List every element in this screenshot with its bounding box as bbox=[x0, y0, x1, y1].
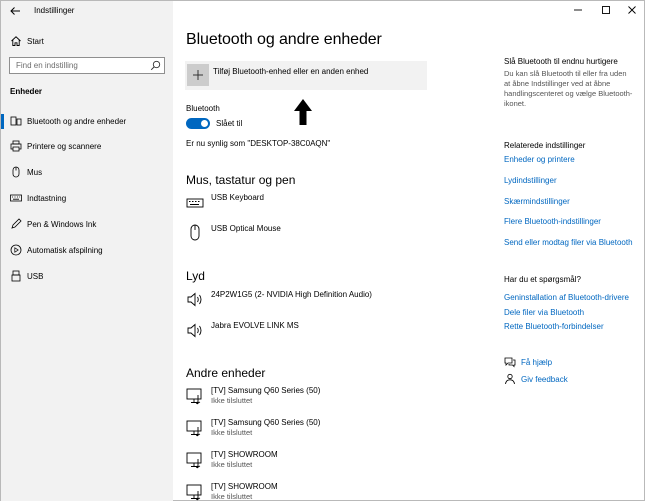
sidebar-item-label: Indtastning bbox=[27, 194, 67, 203]
device-name: Jabra EVOLVE LINK MS bbox=[211, 321, 299, 330]
home-label: Start bbox=[27, 37, 44, 46]
bluetooth-devices-icon bbox=[10, 116, 22, 126]
pen-icon bbox=[11, 218, 22, 229]
device-name: [TV] Samsung Q60 Series (50) bbox=[211, 386, 321, 395]
link-reinstall-drivers[interactable]: Geninstallation af Bluetooth-drivere bbox=[504, 293, 629, 302]
speaker-icon bbox=[187, 323, 202, 338]
device-name: [TV] SHOWROOM bbox=[211, 482, 278, 491]
search-icon[interactable] bbox=[150, 60, 161, 71]
bluetooth-label: Bluetooth bbox=[186, 104, 220, 113]
link-display-settings[interactable]: Skærmindstillinger bbox=[504, 197, 570, 206]
device-status: Ikke tilsluttet bbox=[211, 492, 253, 501]
search-placeholder: Find en indstilling bbox=[16, 61, 78, 70]
device-name: [TV] SHOWROOM bbox=[211, 450, 278, 459]
group-title-audio: Lyd bbox=[186, 269, 205, 283]
section-title: Enheder bbox=[10, 87, 43, 96]
sidebar-item-label: Printere og scannere bbox=[27, 142, 102, 151]
quick-title: Slå Bluetooth til endnu hurtigere bbox=[504, 57, 618, 66]
device-item[interactable]: [TV] SHOWROOM Ikke tilsluttet bbox=[186, 450, 466, 474]
minimize-icon[interactable] bbox=[572, 4, 584, 16]
sidebar-item-bluetooth[interactable]: Bluetooth og andre enheder bbox=[1, 111, 173, 133]
link-share-files[interactable]: Dele filer via Bluetooth bbox=[504, 308, 584, 317]
nav-home[interactable]: Start bbox=[1, 34, 173, 50]
bluetooth-toggle[interactable] bbox=[186, 118, 210, 129]
title-bar: Indstillinger bbox=[1, 1, 173, 21]
device-name: [TV] Samsung Q60 Series (50) bbox=[211, 418, 321, 427]
questions-title: Har du et spørgsmål? bbox=[504, 275, 581, 284]
home-icon bbox=[11, 36, 21, 46]
tv-media-icon bbox=[186, 388, 202, 405]
device-name: USB Optical Mouse bbox=[211, 224, 281, 233]
link-sound-settings[interactable]: Lydindstillinger bbox=[504, 176, 557, 185]
sidebar-item-pen[interactable]: Pen & Windows Ink bbox=[1, 214, 173, 236]
maximize-icon[interactable] bbox=[600, 4, 612, 16]
link-more-bluetooth[interactable]: Flere Bluetooth-indstillinger bbox=[504, 217, 601, 226]
keyboard-icon bbox=[10, 194, 22, 202]
toggle-state-label: Slået til bbox=[216, 119, 243, 128]
device-item[interactable]: 24P2W1G5 (2- NVIDIA High Definition Audi… bbox=[186, 290, 466, 314]
link-devices-printers[interactable]: Enheder og printere bbox=[504, 155, 575, 164]
app-title: Indstillinger bbox=[34, 6, 75, 15]
device-item[interactable]: USB Optical Mouse bbox=[186, 224, 466, 248]
autoplay-icon bbox=[10, 244, 22, 256]
sidebar-item-label: Pen & Windows Ink bbox=[27, 220, 97, 229]
device-item[interactable]: Jabra EVOLVE LINK MS bbox=[186, 321, 466, 345]
printer-icon bbox=[10, 140, 22, 152]
group-title-input: Mus, tastatur og pen bbox=[186, 173, 296, 187]
group-title-other: Andre enheder bbox=[186, 366, 266, 380]
arrow-up-icon bbox=[294, 99, 312, 125]
sidebar: Indstillinger Start Find en indstilling … bbox=[1, 1, 173, 501]
close-icon[interactable] bbox=[626, 4, 638, 16]
help-chat-icon bbox=[504, 357, 516, 368]
tv-media-icon bbox=[186, 484, 202, 501]
link-fix-connections[interactable]: Rette Bluetooth-forbindelser bbox=[504, 322, 604, 331]
sidebar-item-printers[interactable]: Printere og scannere bbox=[1, 136, 173, 158]
add-device-plus-tile bbox=[187, 64, 209, 86]
device-status: Ikke tilsluttet bbox=[211, 428, 253, 437]
sidebar-item-autoplay[interactable]: Automatisk afspilning bbox=[1, 240, 173, 262]
keyboard-icon bbox=[186, 198, 204, 208]
window-controls bbox=[544, 1, 644, 19]
back-arrow-icon[interactable] bbox=[9, 5, 21, 17]
device-status: Ikke tilsluttet bbox=[211, 460, 253, 469]
sidebar-item-label: Mus bbox=[27, 168, 43, 177]
device-item[interactable]: [TV] Samsung Q60 Series (50) Ikke tilslu… bbox=[186, 418, 466, 442]
device-name: 24P2W1G5 (2- NVIDIA High Definition Audi… bbox=[211, 290, 372, 299]
add-device-button[interactable]: Tilføj Bluetooth-enhed eller en anden en… bbox=[185, 61, 427, 90]
get-help-label: Få hjælp bbox=[521, 358, 553, 367]
sidebar-item-mouse[interactable]: Mus bbox=[1, 162, 173, 184]
device-status: Ikke tilsluttet bbox=[211, 396, 253, 405]
sidebar-item-label: USB bbox=[27, 272, 44, 281]
active-indicator bbox=[1, 114, 4, 129]
plus-icon bbox=[193, 70, 203, 80]
feedback-icon bbox=[505, 373, 515, 385]
add-device-label: Tilføj Bluetooth-enhed eller en anden en… bbox=[213, 67, 369, 76]
device-item[interactable]: [TV] Samsung Q60 Series (50) Ikke tilslu… bbox=[186, 386, 466, 410]
visible-as-text: Er nu synlig som "DESKTOP-38C0AQN" bbox=[186, 139, 331, 148]
tv-media-icon bbox=[186, 420, 202, 437]
link-send-receive-files[interactable]: Send eller modtag filer via Bluetooth bbox=[504, 238, 633, 247]
sidebar-item-label: Bluetooth og andre enheder bbox=[27, 117, 127, 126]
mouse-icon bbox=[190, 224, 200, 241]
quick-text: Du kan slå Bluetooth til eller fra uden … bbox=[504, 69, 633, 108]
device-item[interactable]: USB Keyboard bbox=[186, 193, 466, 217]
device-item[interactable]: [TV] SHOWROOM Ikke tilsluttet bbox=[186, 482, 466, 501]
device-name: USB Keyboard bbox=[211, 193, 264, 202]
give-feedback-label: Giv feedback bbox=[521, 375, 568, 384]
mouse-icon bbox=[12, 166, 20, 178]
page-title: Bluetooth og andre enheder bbox=[186, 31, 382, 48]
related-title: Relaterede indstillinger bbox=[504, 141, 586, 150]
sidebar-item-label: Automatisk afspilning bbox=[27, 246, 103, 255]
speaker-icon bbox=[187, 292, 202, 307]
search-input[interactable]: Find en indstilling bbox=[9, 57, 165, 74]
tv-media-icon bbox=[186, 452, 202, 469]
sidebar-item-typing[interactable]: Indtastning bbox=[1, 188, 173, 210]
toggle-knob bbox=[201, 120, 208, 127]
usb-icon bbox=[11, 270, 21, 282]
sidebar-item-usb[interactable]: USB bbox=[1, 266, 173, 288]
